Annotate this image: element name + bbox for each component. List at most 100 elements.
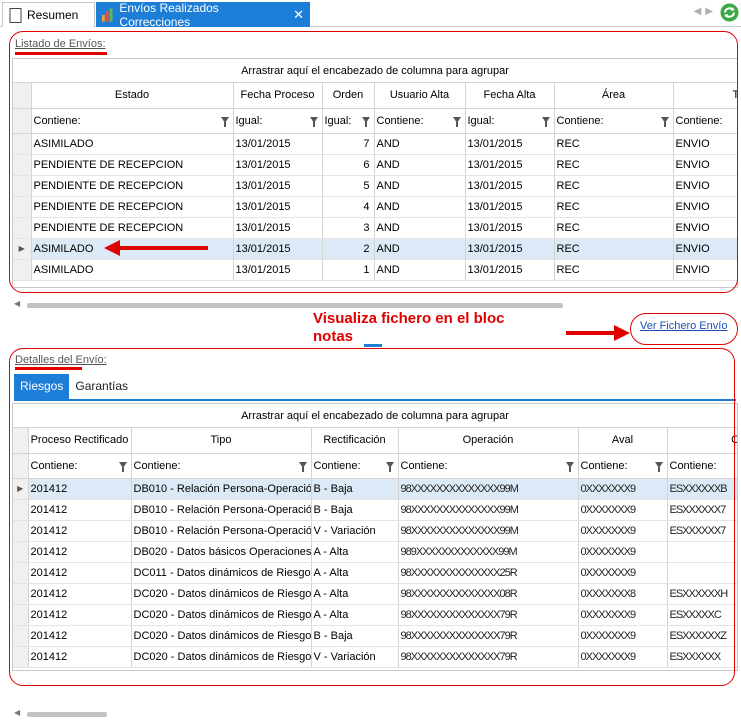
column-header-tipo[interactable]: Tipo bbox=[131, 428, 312, 454]
table-cell[interactable]: A - Alta bbox=[311, 562, 399, 584]
row-indicator[interactable] bbox=[13, 217, 32, 239]
filter-icon[interactable] bbox=[385, 461, 394, 472]
table-cell[interactable]: 98XXXXXXXXXXXXXX99M bbox=[398, 478, 579, 500]
table-row[interactable]: 201412 DB010 - Relación Persona-Operación… bbox=[13, 499, 737, 521]
filter-orden[interactable]: Igual: bbox=[322, 108, 375, 134]
row-indicator[interactable] bbox=[13, 175, 32, 197]
column-header-aval[interactable]: Aval bbox=[578, 428, 668, 454]
table-cell[interactable]: DC020 - Datos dinámicos de Riesgo bbox=[131, 646, 312, 668]
detalles-horizontal-scrollbar[interactable]: ◀ bbox=[12, 708, 738, 720]
filter-icon[interactable] bbox=[220, 116, 229, 127]
table-cell[interactable]: 201412 bbox=[28, 625, 132, 647]
column-header-estado[interactable]: Estado bbox=[31, 83, 234, 109]
scrollbar-thumb[interactable] bbox=[27, 712, 107, 717]
table-cell[interactable]: 13/01/2015 bbox=[233, 259, 323, 281]
row-indicator[interactable] bbox=[13, 646, 29, 668]
table-cell[interactable]: AND bbox=[374, 238, 466, 260]
column-header-proceso-rectificado[interactable]: Proceso Rectificado bbox=[28, 428, 132, 454]
row-indicator[interactable] bbox=[13, 604, 29, 626]
filter-estado[interactable]: Contiene: bbox=[31, 108, 234, 134]
table-cell[interactable]: ESXXXXXC bbox=[667, 604, 737, 626]
table-cell[interactable]: ASIMILADO bbox=[31, 133, 234, 155]
table-cell[interactable]: ENVIO bbox=[673, 217, 737, 239]
table-cell[interactable] bbox=[667, 541, 737, 563]
table-cell[interactable]: ENVIO bbox=[673, 259, 737, 281]
table-cell[interactable]: AND bbox=[374, 154, 466, 176]
table-cell[interactable]: 201412 bbox=[28, 499, 132, 521]
table-cell[interactable]: REC bbox=[554, 259, 674, 281]
filter-icon[interactable] bbox=[654, 461, 663, 472]
tab-nav-arrows-icon[interactable]: ◀▶ bbox=[694, 6, 717, 17]
table-cell[interactable]: 98XXXXXXXXXXXXXX99M bbox=[398, 520, 579, 542]
filter-icon[interactable] bbox=[361, 116, 370, 127]
table-cell[interactable]: 4 bbox=[322, 196, 375, 218]
table-cell[interactable]: DB010 - Relación Persona-Operación bbox=[131, 478, 312, 500]
column-header-fecha-alta[interactable]: Fecha Alta bbox=[465, 83, 555, 109]
table-cell[interactable]: REC bbox=[554, 133, 674, 155]
row-indicator[interactable] bbox=[13, 259, 32, 281]
row-indicator[interactable] bbox=[13, 154, 32, 176]
table-cell[interactable]: 0XXXXXXX9 bbox=[578, 541, 668, 563]
table-cell[interactable]: DC020 - Datos dinámicos de Riesgo bbox=[131, 625, 312, 647]
close-icon[interactable]: ✕ bbox=[293, 7, 304, 23]
filter-aval[interactable]: Contiene: bbox=[578, 453, 668, 479]
row-indicator[interactable] bbox=[13, 196, 32, 218]
table-cell[interactable]: PENDIENTE DE RECEPCION bbox=[31, 217, 234, 239]
table-cell[interactable]: REC bbox=[554, 217, 674, 239]
table-cell[interactable]: 13/01/2015 bbox=[465, 217, 555, 239]
table-row[interactable]: 201412 DC011 - Datos dinámicos de Riesgo A… bbox=[13, 562, 737, 584]
table-cell[interactable]: 6 bbox=[322, 154, 375, 176]
filter-tipo[interactable]: Contiene: bbox=[673, 108, 737, 134]
table-cell[interactable]: 0XXXXXXX9 bbox=[578, 646, 668, 668]
table-cell[interactable]: 13/01/2015 bbox=[465, 154, 555, 176]
panel-splitter[interactable] bbox=[364, 344, 382, 347]
table-cell[interactable]: DB010 - Relación Persona-Operación bbox=[131, 520, 312, 542]
row-indicator[interactable] bbox=[13, 520, 29, 542]
table-row[interactable]: ASIMILADO 13/01/2015 7 AND 13/01/2015 REC ENVI… bbox=[13, 133, 737, 155]
filter-fecha-alta[interactable]: Igual: bbox=[465, 108, 555, 134]
scroll-left-icon[interactable]: ◀ bbox=[14, 708, 20, 717]
table-cell[interactable]: 0XXXXXXX9 bbox=[578, 604, 668, 626]
table-cell[interactable]: B - Baja bbox=[311, 625, 399, 647]
table-cell[interactable]: 13/01/2015 bbox=[233, 217, 323, 239]
refresh-icon[interactable] bbox=[720, 3, 739, 22]
filter-rectificacion[interactable]: Contiene: bbox=[311, 453, 399, 479]
filter-proceso-rectificado[interactable]: Contiene: bbox=[28, 453, 132, 479]
table-cell[interactable]: 13/01/2015 bbox=[233, 175, 323, 197]
table-cell[interactable]: 201412 bbox=[28, 583, 132, 605]
table-cell[interactable]: A - Alta bbox=[311, 541, 399, 563]
table-cell[interactable]: 0XXXXXXX9 bbox=[578, 625, 668, 647]
group-by-area[interactable]: Arrastrar aquí el encabezado de columna … bbox=[13, 404, 737, 428]
table-cell[interactable]: 13/01/2015 bbox=[233, 196, 323, 218]
table-cell[interactable]: ESXXXXXXZ bbox=[667, 625, 737, 647]
table-cell[interactable]: AND bbox=[374, 217, 466, 239]
column-header-tipo[interactable]: Tipo bbox=[673, 83, 737, 109]
table-cell[interactable]: DC011 - Datos dinámicos de Riesgo bbox=[131, 562, 312, 584]
table-cell[interactable]: 2 bbox=[322, 238, 375, 260]
table-cell[interactable]: 201412 bbox=[28, 478, 132, 500]
table-cell[interactable]: 13/01/2015 bbox=[465, 133, 555, 155]
row-indicator[interactable] bbox=[13, 625, 29, 647]
column-header-cit[interactable]: CIT bbox=[667, 428, 737, 454]
table-cell[interactable]: DB020 - Datos básicos Operaciones bbox=[131, 541, 312, 563]
table-cell[interactable]: 13/01/2015 bbox=[465, 259, 555, 281]
filter-operacion[interactable]: Contiene: bbox=[398, 453, 579, 479]
filter-icon[interactable] bbox=[541, 116, 550, 127]
filter-icon[interactable] bbox=[309, 116, 318, 127]
table-cell[interactable]: 0XXXXXXX9 bbox=[578, 478, 668, 500]
row-indicator[interactable] bbox=[13, 562, 29, 584]
table-cell[interactable]: B - Baja bbox=[311, 499, 399, 521]
table-cell[interactable]: A - Alta bbox=[311, 583, 399, 605]
table-cell[interactable]: 13/01/2015 bbox=[233, 154, 323, 176]
table-cell[interactable]: 3 bbox=[322, 217, 375, 239]
table-cell[interactable]: 201412 bbox=[28, 520, 132, 542]
table-row[interactable]: 201412 DB020 - Datos básicos Operaciones A… bbox=[13, 541, 737, 563]
table-cell[interactable]: B - Baja bbox=[311, 478, 399, 500]
table-cell[interactable]: ESXXXXXXB bbox=[667, 478, 737, 500]
column-header-orden[interactable]: Orden bbox=[322, 83, 375, 109]
row-indicator[interactable] bbox=[13, 133, 32, 155]
column-header-rectificacion[interactable]: Rectificación bbox=[311, 428, 399, 454]
table-cell[interactable]: ENVIO bbox=[673, 196, 737, 218]
filter-icon[interactable] bbox=[452, 116, 461, 127]
filter-icon[interactable] bbox=[298, 461, 307, 472]
